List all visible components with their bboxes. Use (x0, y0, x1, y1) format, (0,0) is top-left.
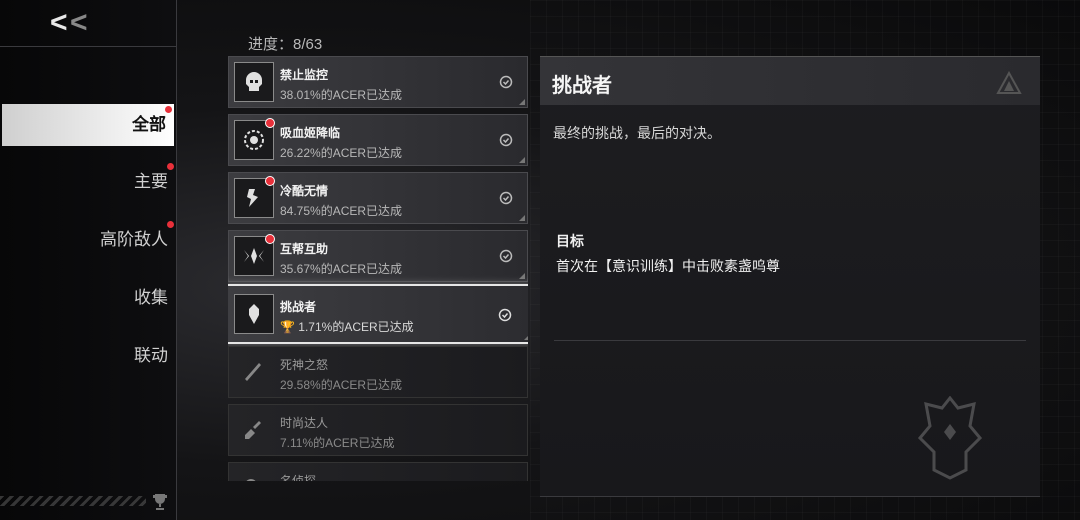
achievement-item[interactable]: 吸血姬降临 26.22%的ACER已达成 (228, 114, 528, 166)
nav-item-collab[interactable]: 联动 (0, 335, 176, 377)
achievement-item[interactable]: 禁止监控 38.01%的ACER已达成 (228, 56, 528, 108)
achievement-name: 互帮互助 (280, 242, 329, 256)
detail-header: 挑战者 (540, 56, 1040, 105)
achievement-item-locked[interactable]: 名侦探 (228, 462, 528, 481)
nav-item-label: 高阶敌人 (100, 230, 168, 249)
achievement-detail-panel: 挑战者 最终的挑战，最后的对决。 目标 首次在【意识训练】中击败素盏呜尊 (540, 56, 1040, 497)
corner-marker (524, 334, 528, 340)
achievement-item[interactable]: 互帮互助 35.67%的ACER已达成 (228, 230, 528, 282)
objective-label: 目标 (556, 233, 584, 249)
game-logo-icon (996, 71, 1022, 94)
nav-item-label: 收集 (134, 288, 168, 307)
achievement-item-locked[interactable]: 死神之怒 29.58%的ACER已达成 (228, 346, 528, 398)
achievement-name: 冷酷无情 (280, 184, 329, 198)
corner-marker (519, 215, 525, 221)
achievement-list[interactable]: 禁止监控 38.01%的ACER已达成 吸血姬降临 26.22%的ACER已达成… (228, 56, 528, 481)
achievement-rate: 35.67%的ACER已达成 (280, 262, 403, 276)
back-arrow-icon-secondary: < (70, 6, 87, 39)
check-circle-icon (499, 249, 513, 263)
check-circle-icon (498, 308, 512, 322)
achievement-name: 吸血姬降临 (280, 126, 341, 140)
achievement-name: 时尚达人 (280, 416, 329, 430)
achievement-rate: 🏆 1.71%的ACER已达成 (280, 320, 414, 334)
back-button[interactable]: < < (0, 0, 176, 47)
back-arrow-icon: < (50, 6, 67, 39)
nav-item-all[interactable]: 全部 (2, 104, 174, 146)
achievement-rate: 26.22%的ACER已达成 (280, 146, 403, 160)
notification-dot (167, 163, 174, 170)
achievement-emblem-icon (918, 396, 982, 480)
objective-text: 首次在【意识训练】中击败素盏呜尊 (556, 258, 780, 274)
nav-item-label: 主要 (134, 172, 168, 191)
skull-mask-icon (234, 62, 274, 102)
achievement-item-locked[interactable]: 时尚达人 7.11%的ACER已达成 (228, 404, 528, 456)
achievement-name: 死神之怒 (280, 358, 329, 372)
scythe-blade-icon (234, 352, 274, 392)
new-badge (265, 118, 275, 128)
notification-dot (165, 106, 172, 113)
achievement-name: 禁止监控 (280, 68, 329, 82)
brush-icon (234, 410, 274, 450)
corner-marker (519, 273, 525, 279)
nav-item-label: 全部 (132, 115, 166, 134)
achievement-rate: 7.11%的ACER已达成 (280, 436, 395, 450)
detail-title: 挑战者 (552, 75, 612, 97)
knight-mask-icon (234, 294, 274, 334)
corner-marker (519, 157, 525, 163)
divider (554, 340, 1026, 341)
achievement-item-selected[interactable]: 挑战者 🏆 1.71%的ACER已达成 (228, 284, 528, 344)
corner-marker (519, 99, 525, 105)
detective-icon (234, 468, 274, 481)
check-circle-icon (499, 191, 513, 205)
achievement-name: 名侦探 (280, 474, 317, 481)
achievement-rate: 84.75%的ACER已达成 (280, 204, 403, 218)
new-badge (265, 176, 275, 186)
achievement-rate: 38.01%的ACER已达成 (280, 88, 403, 102)
detail-description: 最终的挑战，最后的对决。 (553, 125, 721, 141)
check-circle-icon (499, 75, 513, 89)
achievement-item[interactable]: 冷酷无情 84.75%的ACER已达成 (228, 172, 528, 224)
notification-dot (167, 221, 174, 228)
achievement-rate: 29.58%的ACER已达成 (280, 378, 403, 392)
nav-item-elite-enemies[interactable]: 高阶敌人 (0, 219, 176, 261)
new-badge (265, 234, 275, 244)
trophy-icon: 🏆 (280, 320, 295, 334)
nav-item-label: 联动 (134, 346, 168, 365)
nav-item-main[interactable]: 主要 (0, 161, 176, 203)
trophy-icon (153, 494, 167, 510)
check-circle-icon (499, 133, 513, 147)
nav-item-collection[interactable]: 收集 (0, 277, 176, 319)
category-sidebar: < < 全部 主要 高阶敌人 收集 联动 (0, 0, 177, 520)
achievement-name: 挑战者 (280, 300, 317, 314)
progress-counter: 进度：8/63 (248, 36, 323, 53)
decorative-stripes (0, 496, 146, 506)
